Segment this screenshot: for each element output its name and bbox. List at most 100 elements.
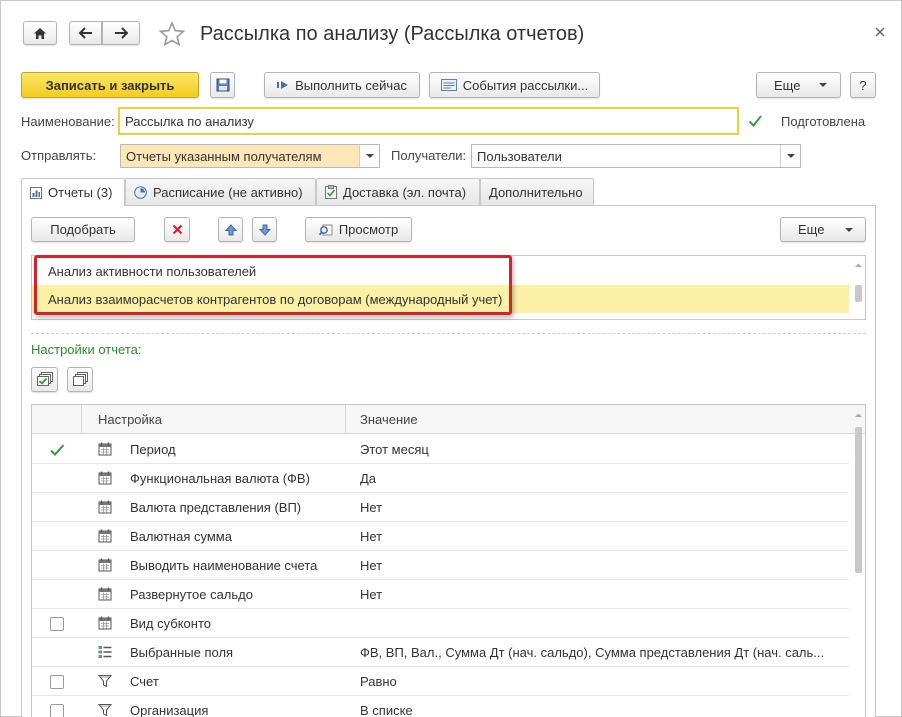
calendar-icon (98, 558, 112, 572)
column-header-setting[interactable]: Настройка (98, 405, 162, 434)
setting-value[interactable]: ФВ, ВП, Вал., Сумма Дт (нач. сальдо), Су… (360, 638, 845, 667)
table-row[interactable]: Организация В списке (32, 696, 849, 717)
setting-value[interactable]: Нет (360, 493, 845, 522)
delete-x-icon (172, 224, 182, 235)
calendar-icon (98, 471, 112, 485)
star-icon (158, 20, 186, 47)
separator (31, 333, 866, 334)
back-button[interactable] (69, 21, 102, 45)
scroll-up-arrow-icon (855, 263, 862, 267)
setting-value[interactable]: Нет (360, 580, 845, 609)
more-actions-button[interactable]: Еще (756, 72, 841, 98)
table-row[interactable]: Валютная сумма Нет (32, 522, 849, 551)
arrow-down-icon (258, 224, 271, 236)
table-row[interactable]: Период Этот месяц (32, 435, 849, 464)
run-icon (277, 80, 289, 90)
preview-button[interactable]: Просмотр (305, 217, 412, 242)
setting-name: Период (130, 442, 176, 457)
filter-icon (97, 674, 113, 688)
table-row[interactable]: Счет Равно (32, 667, 849, 696)
report-mailing-window: Рассылка по анализу (Рассылка отчетов) З… (0, 0, 902, 717)
table-row[interactable]: Выбранные поля ФВ, ВП, Вал., Сумма Дт (на… (32, 638, 849, 667)
tab-schedule[interactable]: Расписание (не активно) (125, 178, 316, 205)
settings-collapse-button[interactable] (67, 367, 93, 392)
help-button[interactable]: ? (850, 72, 876, 98)
chevron-down-icon (819, 83, 827, 87)
setting-value[interactable]: Нет (360, 522, 845, 551)
prepared-checkbox[interactable] (748, 114, 762, 128)
window-title: Рассылка по анализу (Рассылка отчетов) (200, 23, 585, 45)
setting-value[interactable]: Нет (360, 551, 845, 580)
name-input[interactable]: Рассылка по анализу (118, 107, 739, 135)
setting-name: Функциональная валюта (ФВ) (130, 471, 310, 486)
arrow-up-icon (224, 223, 237, 235)
recipients-dropdown-arrow[interactable] (780, 145, 800, 167)
setting-value[interactable]: В списке (360, 696, 845, 717)
column-header-value[interactable]: Значение (360, 405, 418, 434)
setting-name: Вид субконто (130, 616, 212, 631)
settings-title: Настройки отчета: (31, 342, 142, 357)
row-checkbox[interactable] (50, 675, 64, 689)
floppy-disk-icon (216, 78, 229, 92)
send-mode-select[interactable]: Отчеты указанным получателям (120, 144, 380, 168)
scroll-thumb[interactable] (855, 285, 862, 302)
save-button[interactable] (210, 72, 235, 98)
send-mode-value: Отчеты указанным получателям (126, 148, 322, 164)
run-now-button[interactable]: Выполнить сейчас (264, 72, 420, 98)
scroll-up-arrow-icon (855, 413, 862, 417)
move-down-button[interactable] (252, 217, 277, 242)
row-checkbox-checked[interactable] (49, 442, 65, 458)
table-row[interactable]: Функциональная валюта (ФВ) Да (32, 464, 849, 493)
calendar-icon (98, 616, 112, 630)
tab-additional[interactable]: Дополнительно (480, 178, 594, 205)
recipients-label: Получатели: (391, 148, 467, 163)
calendar-icon (98, 529, 112, 543)
table-row[interactable]: Вид субконто (32, 609, 849, 638)
recipients-value: Пользователи (477, 148, 562, 164)
table-row[interactable]: Выводить наименование счета Нет (32, 551, 849, 580)
save-and-close-button[interactable]: Записать и закрыть (21, 72, 199, 98)
calendar-icon (98, 587, 112, 601)
scroll-thumb[interactable] (855, 427, 862, 573)
pick-reports-button[interactable]: Подобрать (31, 217, 135, 242)
row-checkbox[interactable] (50, 617, 64, 631)
events-log-icon (440, 79, 457, 91)
setting-name: Валюта представления (ВП) (130, 500, 302, 515)
close-button[interactable] (873, 25, 887, 39)
move-up-button[interactable] (218, 217, 243, 242)
run-now-label: Выполнить сейчас (295, 77, 407, 93)
mailing-events-button[interactable]: События рассылки... (429, 72, 600, 98)
reports-scrollbar[interactable] (854, 258, 863, 318)
table-header: Настройка Значение (32, 405, 865, 434)
setting-value[interactable] (360, 609, 845, 638)
delete-report-button[interactable] (164, 217, 190, 242)
setting-value[interactable]: Этот месяц (360, 435, 845, 464)
recipients-select[interactable]: Пользователи (471, 144, 801, 168)
table-row[interactable]: Развернутое сальдо Нет (32, 580, 849, 609)
calendar-icon (98, 442, 112, 456)
setting-name: Валютная сумма (130, 529, 232, 544)
tab-reports[interactable]: Отчеты (3) (21, 178, 125, 206)
prepared-label: Подготовлена (781, 114, 866, 129)
arrow-right-icon (115, 27, 128, 39)
forward-button[interactable] (102, 21, 140, 45)
tab-additional-label: Дополнительно (489, 184, 583, 200)
arrow-left-icon (78, 27, 92, 39)
settings-expand-button[interactable] (31, 367, 58, 392)
home-button[interactable] (23, 21, 57, 45)
fields-list-icon (98, 645, 112, 659)
send-mode-dropdown-arrow[interactable] (359, 145, 379, 167)
setting-value[interactable]: Да (360, 464, 845, 493)
tab-delivery[interactable]: Доставка (эл. почта) (316, 178, 480, 205)
close-icon (875, 27, 885, 37)
calendar-icon (98, 500, 112, 514)
setting-value[interactable]: Равно (360, 667, 845, 696)
settings-scrollbar[interactable] (854, 409, 863, 715)
row-checkbox[interactable] (50, 704, 64, 717)
delivery-clipboard-icon (325, 185, 337, 199)
reports-more-button[interactable]: Еще (780, 217, 866, 242)
table-row[interactable]: Валюта представления (ВП) Нет (32, 493, 849, 522)
favorite-star-button[interactable] (158, 20, 186, 47)
setting-name: Выводить наименование счета (130, 558, 318, 573)
setting-name: Выбранные поля (130, 645, 234, 660)
